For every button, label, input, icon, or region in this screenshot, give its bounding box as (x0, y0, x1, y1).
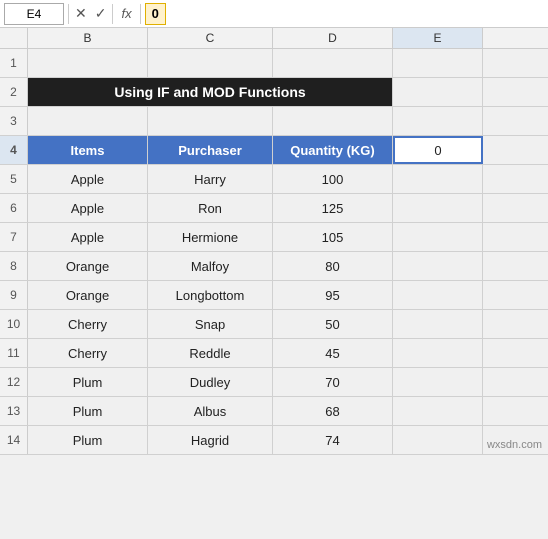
cell-b11[interactable]: Cherry (28, 339, 148, 367)
column-headers: B C D E (0, 28, 548, 49)
corner-header (0, 28, 28, 48)
row-num-10: 10 (0, 310, 28, 338)
col-header-e[interactable]: E (393, 28, 483, 48)
cell-e13[interactable] (393, 397, 483, 425)
cell-e7[interactable] (393, 223, 483, 251)
formula-bar-divider2 (112, 4, 113, 24)
formula-bar-divider1 (68, 4, 69, 24)
cell-b7[interactable]: Apple (28, 223, 148, 251)
cell-d12[interactable]: 70 (273, 368, 393, 396)
cell-b1[interactable] (28, 49, 148, 77)
confirm-icon[interactable]: ✓ (93, 5, 109, 22)
table-row: 13 Plum Albus 68 (0, 397, 548, 426)
formula-bar-divider3 (140, 4, 141, 24)
row-num-6: 6 (0, 194, 28, 222)
cell-c1[interactable] (148, 49, 273, 77)
table-row: 9 Orange Longbottom 95 (0, 281, 548, 310)
table-row: 2 Using IF and MOD Functions (0, 78, 548, 107)
cell-c9[interactable]: Longbottom (148, 281, 273, 309)
cell-items-header[interactable]: Items (28, 136, 148, 164)
row-num-5: 5 (0, 165, 28, 193)
cell-e2[interactable] (393, 78, 483, 106)
cell-b3[interactable] (28, 107, 148, 135)
cancel-icon[interactable]: ✕ (73, 5, 89, 22)
cell-e1[interactable] (393, 49, 483, 77)
row-num-12: 12 (0, 368, 28, 396)
col-header-b[interactable]: B (28, 28, 148, 48)
table-row: 8 Orange Malfoy 80 (0, 252, 548, 281)
fx-label: fx (121, 6, 131, 21)
cell-c10[interactable]: Snap (148, 310, 273, 338)
cell-b12[interactable]: Plum (28, 368, 148, 396)
formula-bar-icons: ✕ ✓ (73, 5, 108, 22)
cell-d10[interactable]: 50 (273, 310, 393, 338)
cell-c14[interactable]: Hagrid (148, 426, 273, 454)
formula-bar: E4 ✕ ✓ fx 0 (0, 0, 548, 28)
spreadsheet: B C D E 1 2 Using IF and MOD Functions 3… (0, 28, 548, 455)
cell-e14[interactable] (393, 426, 483, 454)
cell-e5[interactable] (393, 165, 483, 193)
cell-c8[interactable]: Malfoy (148, 252, 273, 280)
row-num-4: 4 (0, 136, 28, 164)
cell-c5[interactable]: Harry (148, 165, 273, 193)
row-num-1: 1 (0, 49, 28, 77)
cell-c11[interactable]: Reddle (148, 339, 273, 367)
cell-e10[interactable] (393, 310, 483, 338)
cell-e4-active[interactable]: 0 (393, 136, 483, 164)
cell-d14[interactable]: 74 (273, 426, 393, 454)
title-cell: Using IF and MOD Functions (28, 78, 393, 106)
row-num-14: 14 (0, 426, 28, 454)
cell-reference-box[interactable]: E4 (4, 3, 64, 25)
table-row: 5 Apple Harry 100 (0, 165, 548, 194)
cell-d9[interactable]: 95 (273, 281, 393, 309)
cell-c6[interactable]: Ron (148, 194, 273, 222)
cell-purchaser-header[interactable]: Purchaser (148, 136, 273, 164)
row-num-9: 9 (0, 281, 28, 309)
cell-quantity-header[interactable]: Quantity (KG) (273, 136, 393, 164)
row-num-2: 2 (0, 78, 28, 106)
cell-c7[interactable]: Hermione (148, 223, 273, 251)
cell-c3[interactable] (148, 107, 273, 135)
cell-c13[interactable]: Albus (148, 397, 273, 425)
table-row: 1 (0, 49, 548, 78)
cell-b5[interactable]: Apple (28, 165, 148, 193)
formula-value-highlight: 0 (145, 3, 166, 25)
table-row: 11 Cherry Reddle 45 (0, 339, 548, 368)
cell-e11[interactable] (393, 339, 483, 367)
table-row: 14 Plum Hagrid 74 (0, 426, 548, 455)
cell-e8[interactable] (393, 252, 483, 280)
cell-d11[interactable]: 45 (273, 339, 393, 367)
cell-b8[interactable]: Orange (28, 252, 148, 280)
cell-d7[interactable]: 105 (273, 223, 393, 251)
cell-c12[interactable]: Dudley (148, 368, 273, 396)
cell-e3[interactable] (393, 107, 483, 135)
cell-b6[interactable]: Apple (28, 194, 148, 222)
row-num-8: 8 (0, 252, 28, 280)
table-row: 3 (0, 107, 548, 136)
cell-b14[interactable]: Plum (28, 426, 148, 454)
cell-d13[interactable]: 68 (273, 397, 393, 425)
cell-d6[interactable]: 125 (273, 194, 393, 222)
cell-d1[interactable] (273, 49, 393, 77)
table-row: 10 Cherry Snap 50 (0, 310, 548, 339)
cell-e12[interactable] (393, 368, 483, 396)
table-row: 7 Apple Hermione 105 (0, 223, 548, 252)
cell-e9[interactable] (393, 281, 483, 309)
table-row: 6 Apple Ron 125 (0, 194, 548, 223)
cell-d3[interactable] (273, 107, 393, 135)
col-header-c[interactable]: C (148, 28, 273, 48)
col-header-d[interactable]: D (273, 28, 393, 48)
cell-e6[interactable] (393, 194, 483, 222)
row-num-3: 3 (0, 107, 28, 135)
row-num-7: 7 (0, 223, 28, 251)
table-row: 12 Plum Dudley 70 (0, 368, 548, 397)
cell-d8[interactable]: 80 (273, 252, 393, 280)
cell-b10[interactable]: Cherry (28, 310, 148, 338)
row-num-11: 11 (0, 339, 28, 367)
row-num-13: 13 (0, 397, 28, 425)
cell-d5[interactable]: 100 (273, 165, 393, 193)
table-row: 4 Items Purchaser Quantity (KG) 0 (0, 136, 548, 165)
cell-b9[interactable]: Orange (28, 281, 148, 309)
cell-b13[interactable]: Plum (28, 397, 148, 425)
